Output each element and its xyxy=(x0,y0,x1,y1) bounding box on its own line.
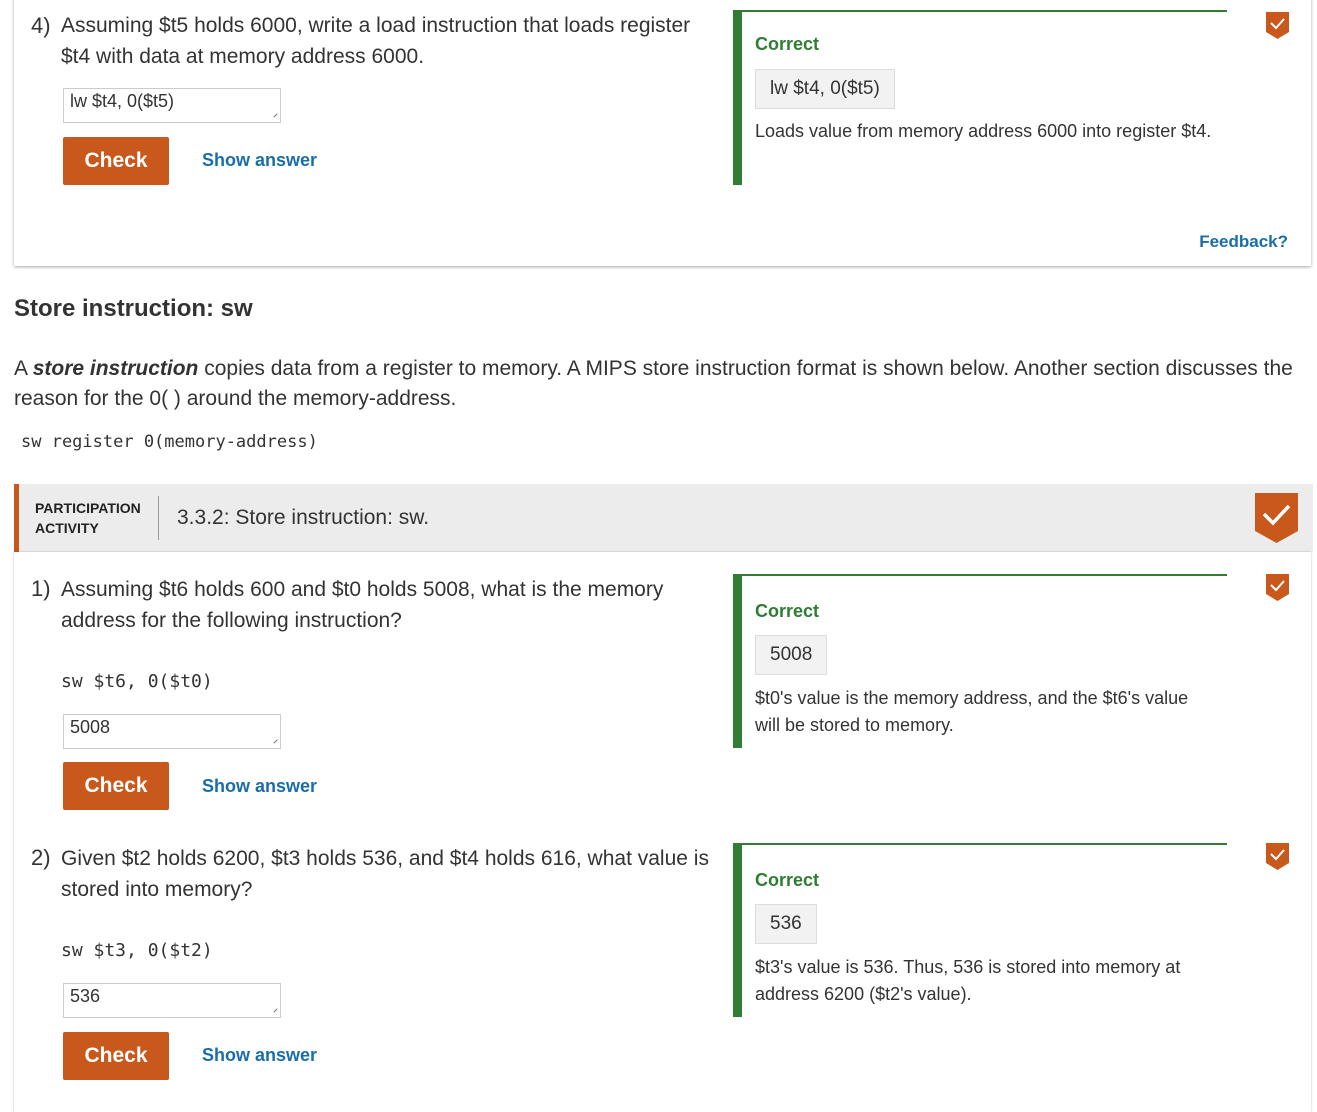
feedback-answer: lw $t4, 0($t5) xyxy=(755,69,895,109)
feedback-status: Correct xyxy=(755,601,820,621)
check-button[interactable]: Check xyxy=(63,1032,169,1080)
activity-type-label: PARTICIPATION ACTIVITY xyxy=(35,498,141,538)
question-text: Given $t2 holds 6200, $t3 holds 536, and… xyxy=(61,847,709,901)
answer-input-value: lw $t4, 0($t5) xyxy=(70,91,175,111)
activity-label-line2: ACTIVITY xyxy=(35,520,99,536)
para-term: store instruction xyxy=(32,357,199,380)
answer-input[interactable]: 536 xyxy=(63,983,281,1018)
section-heading: Store instruction: sw xyxy=(14,295,253,322)
question-text: Assuming $t5 holds 6000, write a load in… xyxy=(61,14,691,68)
answer-input-value: 5008 xyxy=(70,717,111,737)
question-code: sw $t6, 0($t0) xyxy=(61,671,213,692)
check-button[interactable]: Check xyxy=(63,762,169,810)
feedback-status: Correct xyxy=(755,34,820,54)
feedback-answer: 536 xyxy=(755,904,817,944)
section-paragraph: A store instruction copies data from a r… xyxy=(14,354,1314,414)
activity-title: 3.3.2: Store instruction: sw. xyxy=(177,506,430,529)
completed-check-icon xyxy=(1266,574,1289,601)
question-number: 1) xyxy=(31,576,51,601)
show-answer-link[interactable]: Show answer xyxy=(202,1045,317,1066)
feedback-status: Correct xyxy=(755,870,820,890)
feedback-answer: 5008 xyxy=(755,635,828,675)
participation-activity-header: PARTICIPATION ACTIVITY 3.3.2: Store inst… xyxy=(14,484,1313,552)
para-prefix: A xyxy=(14,357,33,380)
feedback-link[interactable]: Feedback? xyxy=(1199,232,1288,252)
completed-check-icon xyxy=(1266,843,1289,870)
question-number: 2) xyxy=(31,845,51,870)
feedback-panel: Correct 536 $t3's value is 536. Thus, 53… xyxy=(733,843,1227,1017)
question-card-4: 4) Assuming $t5 holds 6000, write a load… xyxy=(14,0,1311,266)
question-text: Assuming $t6 holds 600 and $t0 holds 500… xyxy=(61,578,664,632)
resize-handle-icon[interactable] xyxy=(273,113,278,118)
answer-input[interactable]: 5008 xyxy=(63,714,281,749)
header-divider xyxy=(158,496,159,540)
feedback-panel: Correct lw $t4, 0($t5) Loads value from … xyxy=(733,10,1227,185)
check-button[interactable]: Check xyxy=(63,137,169,185)
activity-body: 1) Assuming $t6 holds 600 and $t0 holds … xyxy=(14,552,1311,1112)
feedback-explanation: $t0's value is the memory address, and t… xyxy=(755,688,1189,735)
instruction-format: sw register 0(memory-address) xyxy=(21,432,318,452)
feedback-explanation: Loads value from memory address 6000 int… xyxy=(755,121,1212,141)
answer-input[interactable]: lw $t4, 0($t5) xyxy=(63,88,281,123)
question-code: sw $t3, 0($t2) xyxy=(61,940,213,961)
show-answer-link[interactable]: Show answer xyxy=(202,776,317,797)
feedback-panel: Correct 5008 $t0's value is the memory a… xyxy=(733,574,1227,748)
resize-handle-icon[interactable] xyxy=(273,1008,278,1013)
question-number: 4) xyxy=(31,13,51,38)
activity-complete-check-icon xyxy=(1255,493,1298,543)
show-answer-link[interactable]: Show answer xyxy=(202,150,317,171)
resize-handle-icon[interactable] xyxy=(273,739,278,744)
activity-label-line1: PARTICIPATION xyxy=(35,500,141,516)
para-rest: copies data from a register to memory. A… xyxy=(14,357,1293,410)
answer-input-value: 536 xyxy=(70,986,101,1006)
completed-check-icon xyxy=(1266,12,1289,39)
feedback-explanation: $t3's value is 536. Thus, 536 is stored … xyxy=(755,957,1181,1004)
